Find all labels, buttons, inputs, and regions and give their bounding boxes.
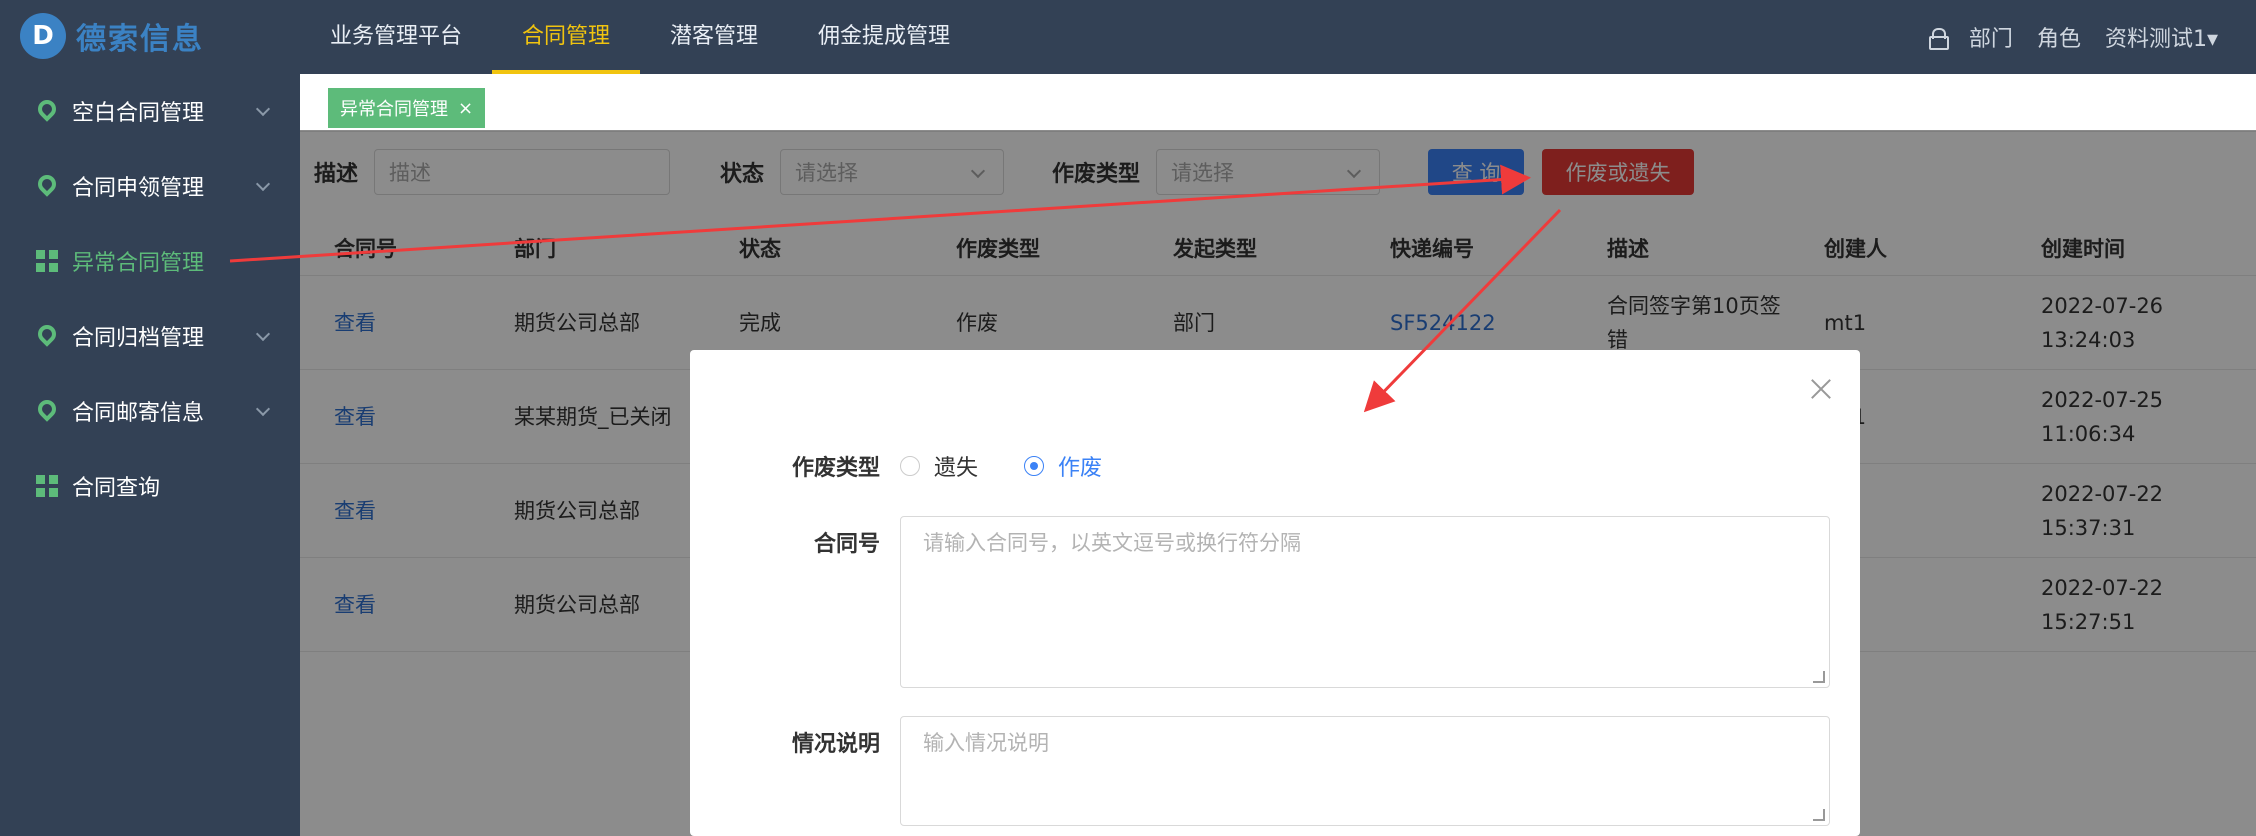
annotation-arrow-to-modal xyxy=(1363,208,1562,413)
annotation-arrows xyxy=(229,164,1562,413)
annotation-arrow-to-button xyxy=(229,164,1531,263)
